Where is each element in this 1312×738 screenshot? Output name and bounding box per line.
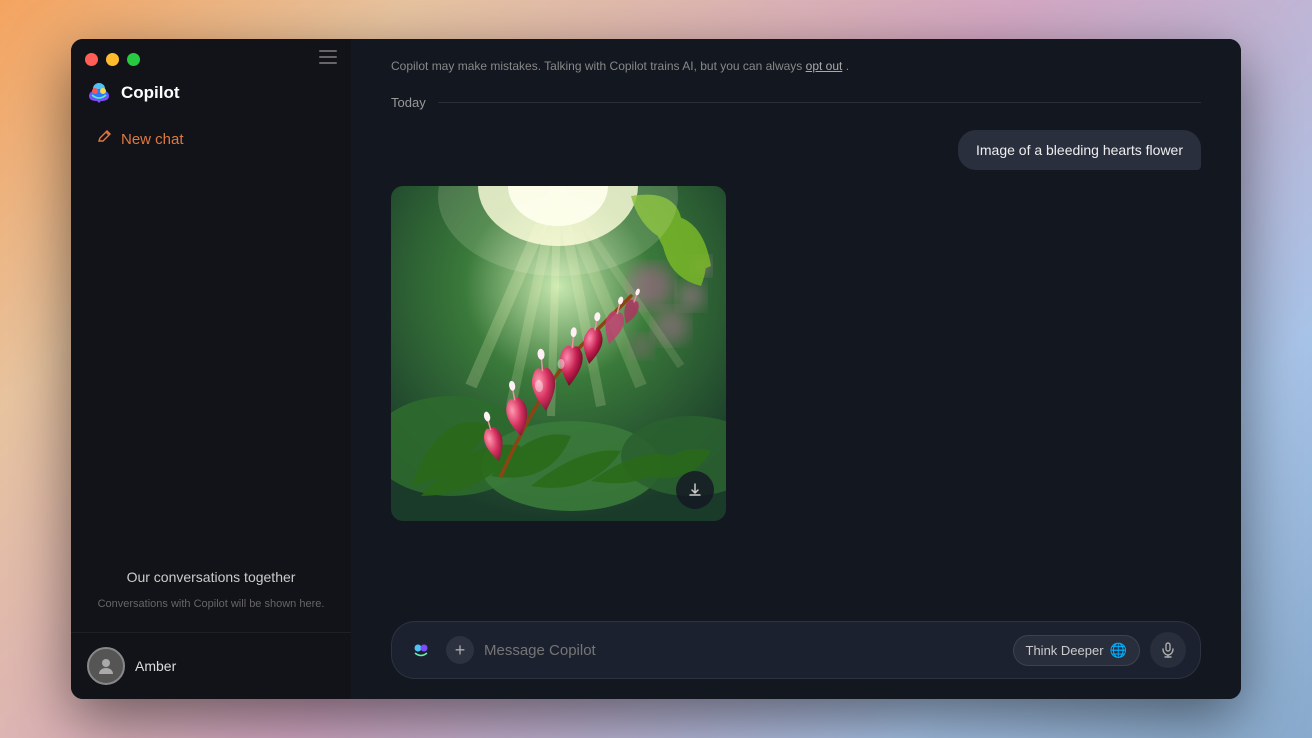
- conversations-title: Our conversations together: [91, 568, 331, 588]
- generated-image: [391, 186, 726, 521]
- add-button[interactable]: +: [446, 636, 474, 664]
- sidebar-toggle-icon[interactable]: [319, 50, 337, 69]
- globe-icon: 🌐: [1110, 642, 1127, 659]
- date-line: [438, 102, 1201, 103]
- new-chat-button[interactable]: New chat: [81, 121, 341, 158]
- conversations-subtitle: Conversations with Copilot will be shown…: [91, 596, 331, 613]
- think-deeper-label: Think Deeper: [1026, 643, 1104, 658]
- disclaimer-text: Copilot may make mistakes. Talking with …: [391, 59, 802, 73]
- download-button[interactable]: [676, 471, 714, 509]
- opt-out-link[interactable]: opt out: [806, 59, 843, 73]
- new-chat-icon: [97, 129, 113, 150]
- think-deeper-button[interactable]: Think Deeper 🌐: [1013, 635, 1140, 666]
- message-input[interactable]: [484, 642, 1003, 659]
- add-icon: +: [455, 640, 466, 661]
- chat-area: Image of a bleeding hearts flower: [351, 120, 1241, 607]
- new-chat-label: New chat: [121, 131, 184, 148]
- input-container: + Think Deeper 🌐: [391, 621, 1201, 679]
- date-label: Today: [391, 95, 426, 110]
- ai-response: [391, 186, 726, 521]
- mic-button[interactable]: [1150, 632, 1186, 668]
- brand-name: Copilot: [121, 83, 180, 103]
- copilot-logo: [85, 79, 113, 107]
- disclaimer-end: .: [846, 59, 849, 73]
- disclaimer: Copilot may make mistakes. Talking with …: [351, 39, 1241, 85]
- user-name: Amber: [135, 658, 176, 674]
- fullscreen-button[interactable]: [127, 53, 140, 66]
- user-section[interactable]: Amber: [71, 632, 351, 699]
- minimize-button[interactable]: [106, 53, 119, 66]
- avatar: [87, 647, 125, 685]
- sidebar: Copilot New chat Our conversations toget…: [71, 39, 351, 699]
- input-copilot-logo: [406, 635, 436, 665]
- input-area: + Think Deeper 🌐: [351, 607, 1241, 699]
- user-message: Image of a bleeding hearts flower: [958, 130, 1201, 170]
- close-button[interactable]: [85, 53, 98, 66]
- conversations-placeholder: Our conversations together Conversations…: [71, 548, 351, 632]
- titlebar: [71, 39, 351, 79]
- main-panel: Copilot may make mistakes. Talking with …: [351, 39, 1241, 699]
- date-divider: Today: [351, 85, 1241, 120]
